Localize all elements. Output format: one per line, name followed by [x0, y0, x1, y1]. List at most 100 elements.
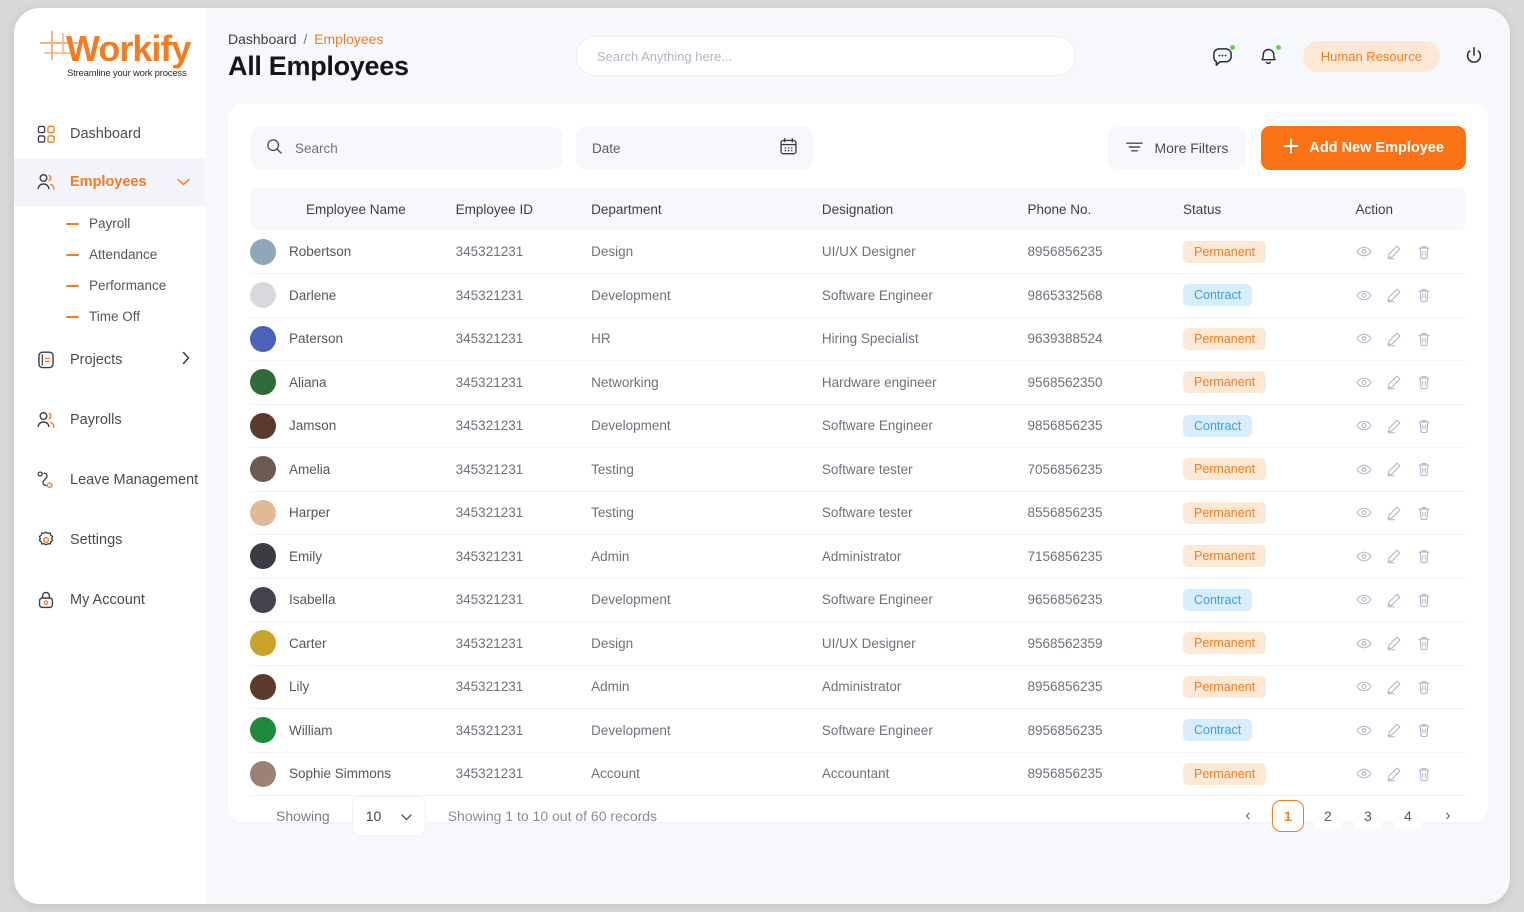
edit-icon[interactable] [1386, 635, 1402, 651]
cell-department: Development [591, 708, 822, 753]
eye-icon[interactable] [1355, 635, 1372, 651]
global-search[interactable] [576, 36, 1076, 76]
edit-icon[interactable] [1386, 331, 1402, 347]
column-header-department[interactable]: Department [591, 188, 822, 230]
eye-icon[interactable] [1355, 592, 1372, 608]
pagination-page-4[interactable]: 4 [1391, 800, 1424, 832]
sidebar-item-dashboard[interactable]: Dashboard [14, 110, 206, 158]
cell-employee-id: 345321231 [455, 752, 592, 796]
eye-icon[interactable] [1355, 244, 1372, 260]
edit-icon[interactable] [1386, 244, 1402, 260]
edit-icon[interactable] [1386, 592, 1402, 608]
column-header-phone[interactable]: Phone No. [1027, 188, 1183, 230]
per-page-select[interactable]: 10 [351, 796, 426, 836]
table-row[interactable]: Harper 345321231 Testing Software tester 855… [250, 491, 1466, 535]
topbar-actions: Human Resource [1211, 40, 1486, 72]
delete-icon[interactable] [1416, 287, 1432, 303]
breadcrumb-current[interactable]: Employees [314, 31, 383, 47]
table-row[interactable]: Isabella 345321231 Development Software Eng… [250, 578, 1466, 622]
pagination-page-1[interactable]: 1 [1271, 800, 1304, 832]
date-filter[interactable]: Date [576, 127, 814, 169]
delete-icon[interactable] [1416, 374, 1432, 390]
table-row[interactable]: Amelia 345321231 Testing Software tester 705… [250, 447, 1466, 492]
sidebar-item-my-account[interactable]: My Account [14, 576, 206, 624]
table-row[interactable]: Sophie Simmons 345321231 Account Accountant… [250, 752, 1466, 796]
sidebar-subitem-time-off[interactable]: Time Off [14, 301, 206, 332]
table-row[interactable]: Jamson 345321231 Development Software Engin… [250, 404, 1466, 448]
avatar [250, 325, 276, 352]
column-header-status[interactable]: Status [1183, 188, 1356, 230]
eye-icon[interactable] [1355, 374, 1372, 390]
role-badge[interactable]: Human Resource [1302, 40, 1440, 72]
global-search-input[interactable] [597, 48, 1055, 64]
edit-icon[interactable] [1386, 374, 1402, 390]
calendar-icon[interactable] [779, 137, 798, 159]
more-filters-button[interactable]: More Filters [1107, 127, 1248, 169]
eye-icon[interactable] [1355, 679, 1372, 695]
eye-icon[interactable] [1355, 722, 1372, 738]
sidebar-item-payrolls[interactable]: Payrolls [14, 396, 206, 444]
pagination-page-3[interactable]: 3 [1351, 800, 1384, 832]
table-row[interactable]: Lily 345321231 Admin Administrator 895685623… [250, 665, 1466, 709]
table-row[interactable]: Emily 345321231 Admin Administrator 71568562… [250, 534, 1466, 579]
delete-icon[interactable] [1416, 461, 1432, 477]
edit-icon[interactable] [1386, 505, 1402, 521]
cell-action [1355, 665, 1466, 709]
delete-icon[interactable] [1416, 766, 1432, 782]
sidebar-item-settings[interactable]: Settings [14, 516, 206, 564]
chevron-down-icon[interactable] [177, 174, 190, 190]
column-header-employee-name[interactable]: Employee Name [250, 188, 456, 230]
edit-icon[interactable] [1386, 418, 1402, 434]
delete-icon[interactable] [1416, 331, 1432, 347]
pagination-page-2[interactable]: 2 [1311, 800, 1344, 832]
edit-icon[interactable] [1386, 679, 1402, 695]
eye-icon[interactable] [1355, 461, 1372, 477]
sidebar-item-projects[interactable]: Projects [14, 336, 206, 384]
brand-logo[interactable]: Workify Streamline your work process [14, 22, 206, 102]
table-row[interactable]: Robertson 345321231 Design UI/UX Designer 89… [250, 230, 1466, 274]
sidebar-subitem-payroll[interactable]: Payroll [14, 208, 206, 239]
table-row[interactable]: William 345321231 Development Software Engi… [250, 708, 1466, 753]
eye-icon[interactable] [1355, 548, 1372, 564]
eye-icon[interactable] [1355, 418, 1372, 434]
messages-icon[interactable] [1211, 44, 1236, 68]
table-row[interactable]: Paterson 345321231 HR Hiring Specialist 9639… [250, 317, 1466, 361]
sidebar-item-leave-management[interactable]: Leave Management [14, 456, 206, 504]
delete-icon[interactable] [1416, 244, 1432, 260]
edit-icon[interactable] [1386, 766, 1402, 782]
cell-employee-name: Emily [250, 534, 456, 579]
chevron-right-icon[interactable] [182, 351, 190, 369]
sidebar-item-employees[interactable]: Employees [14, 158, 206, 206]
pagination-next[interactable]: › [1432, 800, 1464, 832]
avatar [250, 412, 276, 439]
delete-icon[interactable] [1416, 505, 1432, 521]
edit-icon[interactable] [1386, 722, 1402, 738]
add-new-employee-button[interactable]: Add New Employee [1261, 126, 1466, 170]
pagination-prev[interactable]: ‹ [1232, 800, 1264, 832]
table-row[interactable]: Aliana 345321231 Networking Hardware engine… [250, 360, 1466, 405]
sidebar-subitem-performance[interactable]: Performance [14, 270, 206, 301]
eye-icon[interactable] [1355, 766, 1372, 782]
column-header-employee-id[interactable]: Employee ID [456, 188, 591, 230]
edit-icon[interactable] [1386, 461, 1402, 477]
table-row[interactable]: Darlene 345321231 Development Software Engi… [250, 273, 1466, 318]
sidebar-subitem-label: Time Off [89, 309, 141, 324]
delete-icon[interactable] [1416, 722, 1432, 738]
eye-icon[interactable] [1355, 287, 1372, 303]
eye-icon[interactable] [1355, 505, 1372, 521]
delete-icon[interactable] [1416, 592, 1432, 608]
delete-icon[interactable] [1416, 679, 1432, 695]
notifications-icon[interactable] [1257, 44, 1282, 68]
delete-icon[interactable] [1416, 418, 1432, 434]
edit-icon[interactable] [1386, 287, 1402, 303]
search-filter[interactable]: Search [250, 127, 562, 169]
sidebar-subitem-attendance[interactable]: Attendance [14, 239, 206, 270]
delete-icon[interactable] [1416, 548, 1432, 564]
column-header-designation[interactable]: Designation [822, 188, 1028, 230]
table-row[interactable]: Carter 345321231 Design UI/UX Designer 95685… [250, 621, 1466, 666]
breadcrumb-root[interactable]: Dashboard [228, 31, 297, 47]
eye-icon[interactable] [1355, 331, 1372, 347]
edit-icon[interactable] [1386, 548, 1402, 564]
delete-icon[interactable] [1416, 635, 1432, 651]
power-icon[interactable] [1462, 44, 1486, 68]
